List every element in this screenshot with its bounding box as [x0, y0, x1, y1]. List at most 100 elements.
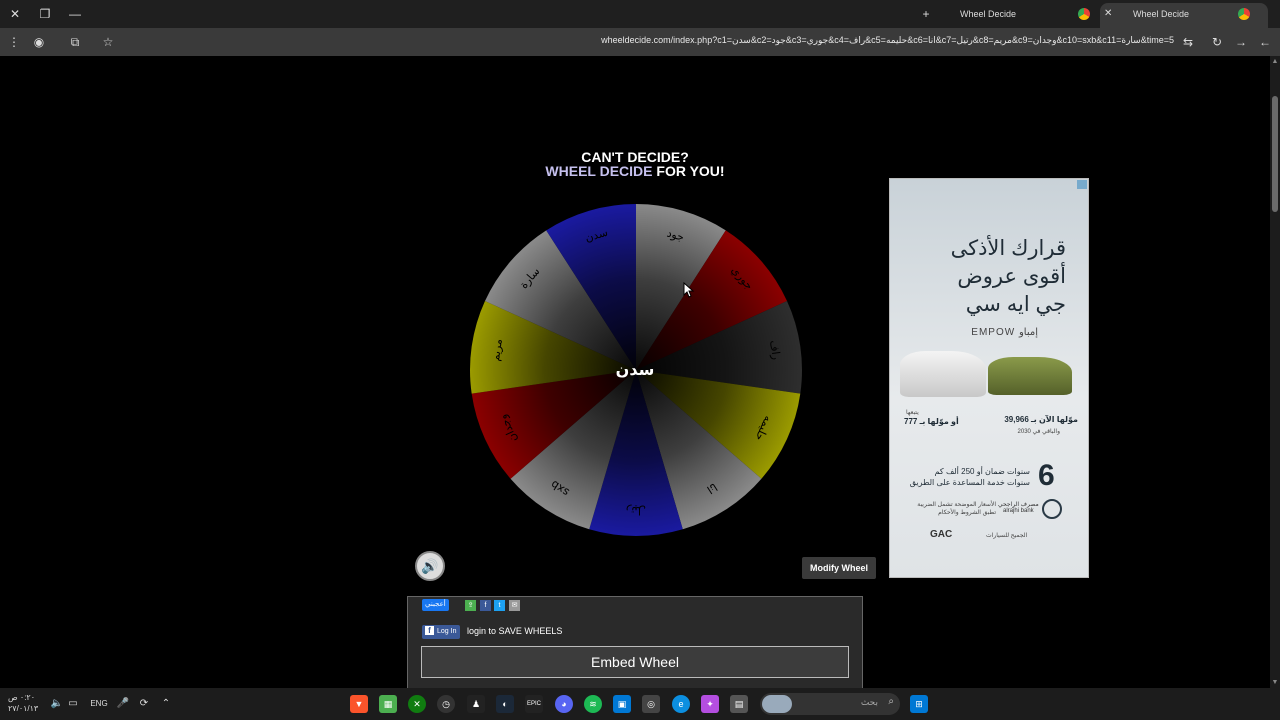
- tray-overflow-icon[interactable]: ⌃: [159, 696, 173, 712]
- clock-date: ٢٧/٠١/١٣: [8, 704, 39, 713]
- page-content: CAN'T DECIDE? WHEEL DECIDE FOR YOU! جود ج…: [0, 56, 1270, 696]
- facebook-share-icon[interactable]: f: [480, 600, 491, 611]
- wheel-segment-label: رتيل: [626, 504, 646, 517]
- sync-icon[interactable]: ⟳: [137, 696, 151, 712]
- ad-warranty-1: سنوات ضمان أو 250 ألف كم: [934, 467, 1030, 476]
- ad-price-2: أو موّلها بـ 777: [904, 417, 959, 426]
- taskbar-search[interactable]: بحث ⌕: [760, 693, 900, 715]
- tab-wheel-decide-1[interactable]: Wheel Decide: [940, 3, 1100, 28]
- headline-line-1: CAN'T DECIDE?: [581, 149, 689, 165]
- brave-app-icon[interactable]: ▼: [350, 695, 368, 713]
- chrome-favicon-icon: [1238, 8, 1250, 20]
- mouse-cursor-icon: [683, 282, 695, 298]
- page-scrollbar[interactable]: ▲ ▼: [1270, 56, 1280, 688]
- headline-line-2: WHEEL DECIDE FOR YOU!: [510, 164, 760, 178]
- close-tab-icon[interactable]: ✕: [1104, 3, 1112, 25]
- chrome-app-icon[interactable]: ◎: [642, 695, 660, 713]
- ad-headline-1: قرارك الأذكى: [950, 237, 1066, 260]
- login-save-text: login to SAVE WHEELS: [467, 626, 563, 636]
- ad-brand-gac: GAC: [930, 529, 953, 540]
- tab-wheel-decide-2[interactable]: ✕ Wheel Decide: [1100, 3, 1268, 28]
- file-app-icon[interactable]: ▤: [730, 695, 748, 713]
- scrollbar-thumb[interactable]: [1272, 96, 1278, 212]
- facebook-login-label: Log In: [437, 628, 457, 635]
- edge-app-icon[interactable]: e: [672, 695, 690, 713]
- clock-app-icon[interactable]: ◷: [437, 695, 455, 713]
- windows-taskbar: ٠:٢٠ ص ٢٧/٠١/١٣ 🔈 ▭ ENG 🎤 ⟳ ⌃ ▼ ▦ ✕ ◷ ♟ …: [0, 688, 1280, 720]
- bookmark-star-icon[interactable]: ☆: [99, 33, 117, 51]
- ad-bank-en: alrajhi bank: [1002, 508, 1034, 514]
- advertisement-banner[interactable]: قرارك الأذكى أقوى عروض جي ايه سي EMPOW إ…: [889, 178, 1089, 578]
- windows-start-icon[interactable]: ⊞: [910, 695, 928, 713]
- ad-price-1: موّلها الآن بـ 39,966: [1004, 415, 1078, 424]
- green-car-image: [988, 357, 1072, 395]
- volume-icon[interactable]: 🔈: [50, 696, 64, 712]
- wheel-segment-label: راف: [767, 339, 783, 360]
- twitter-share-icon[interactable]: t: [494, 600, 505, 611]
- store-app-icon[interactable]: ▣: [613, 695, 631, 713]
- ad-small-2: يتبعها: [906, 410, 919, 416]
- sound-toggle-button[interactable]: 🔊: [415, 551, 445, 581]
- embed-wheel-button[interactable]: Embed Wheel: [421, 646, 849, 678]
- address-bar: ⋮ ◉ ⧉ ☆ wheeldecide.com/index.php?c1=سدن…: [0, 28, 1280, 56]
- share-icon[interactable]: ⇪: [465, 600, 476, 611]
- system-clock[interactable]: ٠:٢٠ ص ٢٧/٠١/١٣: [8, 692, 38, 714]
- wheel-tools-panel: أعجبني ⇪ f t ✉ f Log In login to SAVE WHE…: [407, 596, 863, 696]
- copilot-app-icon[interactable]: ✦: [701, 695, 719, 713]
- reload-icon[interactable]: ↻: [1208, 33, 1226, 51]
- search-highlight-image: [762, 695, 792, 713]
- open-external-icon[interactable]: ⧉: [66, 33, 84, 51]
- ad-model: EMPOW إمباو: [971, 327, 1038, 338]
- page-settings-icon[interactable]: ⇆: [1179, 33, 1197, 51]
- spotify-app-icon[interactable]: ≋: [584, 695, 602, 713]
- app-icon[interactable]: ♟: [467, 695, 485, 713]
- ad-small-1: والباقي في 2030: [1017, 429, 1060, 435]
- alrajhi-logo-icon: [1042, 499, 1062, 519]
- page-headline: CAN'T DECIDE? WHEEL DECIDE FOR YOU!: [510, 150, 760, 178]
- facebook-login-button[interactable]: f Log In: [422, 625, 461, 639]
- network-icon[interactable]: ▭: [66, 696, 80, 712]
- scroll-up-icon[interactable]: ▲: [1270, 58, 1280, 65]
- url-input[interactable]: wheeldecide.com/index.php?c1=سدن&c2=جود&…: [601, 35, 1174, 46]
- microphone-icon[interactable]: 🎤: [116, 696, 130, 712]
- discord-app-icon[interactable]: ◕: [555, 695, 573, 713]
- language-indicator[interactable]: ENG: [88, 696, 110, 712]
- browser-tab-bar: ✕ ❐ — + Wheel Decide ✕ Wheel Decide: [0, 0, 1280, 28]
- tab-label: Wheel Decide: [1133, 9, 1190, 19]
- clock-time: ٠:٢٠ ص: [8, 693, 36, 702]
- minecraft-app-icon[interactable]: ▦: [379, 695, 397, 713]
- forward-icon[interactable]: ←: [1256, 33, 1274, 51]
- ad-big-number: 6: [1038, 459, 1055, 492]
- restore-window-icon[interactable]: ❐: [36, 5, 54, 23]
- close-window-icon[interactable]: ✕: [6, 5, 24, 23]
- ad-note-2: تطبق الشروط والأحكام: [938, 510, 996, 516]
- white-car-image: [900, 351, 986, 397]
- ad-bank: مصرف الراجحي alrajhi bank: [998, 501, 1039, 514]
- steam-app-icon[interactable]: ◐: [496, 695, 514, 713]
- scroll-down-icon[interactable]: ▼: [1270, 679, 1280, 686]
- minimize-window-icon[interactable]: —: [66, 5, 84, 23]
- search-placeholder: بحث: [860, 697, 878, 707]
- ad-headline-3: جي ايه سي: [965, 293, 1066, 316]
- facebook-like-button[interactable]: أعجبني: [422, 599, 449, 611]
- chrome-favicon-icon: [1078, 8, 1090, 20]
- ad-choices-icon[interactable]: [1077, 180, 1087, 189]
- tab-label: Wheel Decide: [960, 9, 1017, 19]
- modify-wheel-button[interactable]: Modify Wheel: [802, 557, 876, 579]
- ad-warranty-2: سنوات خدمة المساعدة على الطريق: [909, 478, 1030, 487]
- email-share-icon[interactable]: ✉: [509, 600, 520, 611]
- epic-games-app-icon[interactable]: EPIC: [525, 695, 543, 713]
- ad-warranty: سنوات ضمان أو 250 ألف كم سنوات خدمة المس…: [910, 466, 1030, 488]
- extension-icon[interactable]: ◉: [30, 33, 48, 51]
- facebook-icon: f: [425, 626, 434, 635]
- ad-bank-ar: مصرف الراجحي: [998, 502, 1039, 508]
- ad-headline-2: أقوى عروض: [957, 265, 1066, 288]
- ad-note-1: الأسعار الموضحة تشمل الضريبة: [917, 502, 996, 508]
- search-icon: ⌕: [888, 696, 894, 707]
- new-tab-icon[interactable]: +: [917, 5, 935, 23]
- headline-accent: WHEEL DECIDE: [545, 163, 653, 179]
- menu-icon[interactable]: ⋮: [5, 33, 23, 51]
- back-icon[interactable]: →: [1232, 33, 1250, 51]
- ad-dealer: الجميح للسيارات: [986, 533, 1028, 539]
- xbox-app-icon[interactable]: ✕: [408, 695, 426, 713]
